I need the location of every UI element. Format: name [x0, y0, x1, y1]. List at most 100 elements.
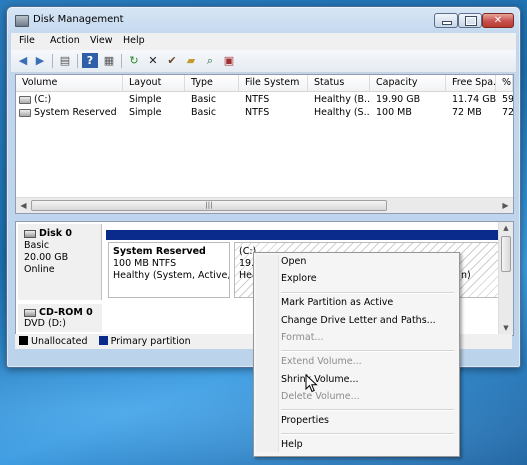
- open-folder-icon[interactable]: ▰: [183, 53, 199, 68]
- primary-partition-swatch: [98, 336, 108, 345]
- volume-list: Volume Layout Type File System Status Ca…: [15, 74, 514, 214]
- toolbar-separator: [52, 54, 53, 68]
- volume-layout: Simple: [129, 107, 162, 118]
- menu-separator: [281, 409, 454, 411]
- menu-item-change-drive-letter[interactable]: Change Drive Letter and Paths...: [281, 313, 436, 329]
- menu-separator: [281, 350, 454, 352]
- properties-icon[interactable]: ▦: [101, 53, 117, 68]
- menu-help[interactable]: Help: [123, 35, 145, 46]
- volume-free-space: 11.74 GB: [452, 94, 496, 105]
- drive-icon: [19, 95, 31, 104]
- toolbar-separator: [121, 54, 122, 68]
- disk-size: 20.00 GB: [24, 252, 69, 263]
- volume-list-header: Volume Layout Type File System Status Ca…: [16, 75, 513, 92]
- check-icon[interactable]: ✔: [164, 53, 180, 68]
- menu-item-format: Format...: [281, 332, 324, 343]
- partition-status: Healthy (System, Active, Pr: [113, 270, 230, 281]
- menu-item-mark-active[interactable]: Mark Partition as Active: [281, 295, 393, 311]
- disk-properties-icon[interactable]: ▣: [221, 53, 237, 68]
- table-row[interactable]: (C:) Simple Basic NTFS Healthy (B... 19.…: [16, 93, 513, 106]
- maximize-button[interactable]: [458, 13, 482, 28]
- disk-management-app-icon: [15, 15, 29, 27]
- primary-partition-bar: [106, 230, 232, 240]
- disk-state: Online: [24, 264, 55, 275]
- scroll-thumb[interactable]: |||: [31, 200, 387, 211]
- menu-item-explore[interactable]: Explore: [281, 271, 317, 287]
- menu-item-shrink-volume[interactable]: Shrink Volume...: [281, 372, 359, 388]
- help-icon[interactable]: ?: [82, 53, 98, 68]
- volume-capacity: 19.90 GB: [376, 94, 421, 105]
- window-title: Disk Management: [33, 14, 124, 25]
- col-volume[interactable]: Volume: [16, 75, 123, 91]
- title-bar[interactable]: Disk Management ✕: [7, 7, 520, 33]
- volume-status: Healthy (B...: [314, 94, 370, 105]
- partition-size: 100 MB NTFS: [113, 258, 177, 269]
- menu-action[interactable]: Action: [50, 35, 80, 46]
- volume-file-system: NTFS: [245, 107, 270, 118]
- cdrom-type: DVD (D:): [24, 318, 66, 329]
- volume-name: System Reserved: [34, 107, 117, 118]
- vertical-scrollbar[interactable]: ▲ ▼: [498, 222, 513, 335]
- col-type[interactable]: Type: [185, 75, 239, 91]
- disk-0-label[interactable]: Disk 0 Basic 20.00 GB Online: [18, 224, 102, 300]
- context-menu: Open Explore Mark Partition as Active Ch…: [253, 252, 460, 457]
- cdrom-0-label[interactable]: CD-ROM 0 DVD (D:): [18, 304, 102, 332]
- volume-layout: Simple: [129, 94, 162, 105]
- menu-item-properties[interactable]: Properties: [281, 413, 329, 429]
- context-menu-icon-strip: [256, 255, 279, 452]
- search-icon[interactable]: ⌕: [202, 53, 218, 68]
- menu-item-extend-volume: Extend Volume...: [281, 356, 362, 367]
- col-layout[interactable]: Layout: [123, 75, 185, 91]
- primary-partition-bar: [232, 230, 502, 240]
- partition-status-tail: n): [461, 270, 471, 281]
- volume-name: (C:): [34, 94, 52, 105]
- toolbar-separator: [77, 54, 78, 68]
- scroll-up-icon[interactable]: ▲: [499, 222, 513, 234]
- col-file-system[interactable]: File System: [239, 75, 308, 91]
- menu-file[interactable]: File: [19, 35, 35, 46]
- menu-view[interactable]: View: [90, 35, 113, 46]
- refresh-icon[interactable]: ↻: [126, 53, 142, 68]
- forward-arrow-icon[interactable]: ▶: [32, 53, 48, 68]
- close-button[interactable]: ✕: [482, 13, 514, 28]
- disk-type: Basic: [24, 240, 50, 251]
- volume-percent-free: 72: [502, 107, 513, 118]
- volume-file-system: NTFS: [245, 94, 270, 105]
- col-capacity[interactable]: Capacity: [370, 75, 446, 91]
- disk-name: Disk 0: [39, 228, 73, 239]
- scroll-right-icon[interactable]: ▶: [498, 198, 513, 213]
- menu-item-open[interactable]: Open: [281, 254, 306, 270]
- col-percent-free[interactable]: % F: [496, 75, 513, 91]
- partition-system-reserved[interactable]: System Reserved 100 MB NTFS Healthy (Sys…: [106, 230, 232, 300]
- back-arrow-icon[interactable]: ◀: [15, 53, 31, 68]
- unallocated-swatch: [19, 336, 28, 345]
- menu-item-delete-volume: Delete Volume...: [281, 391, 360, 402]
- table-row[interactable]: System Reserved Simple Basic NTFS Health…: [16, 106, 513, 119]
- volume-type: Basic: [191, 107, 217, 118]
- menu-bar: File Action View Help: [11, 33, 516, 50]
- menu-separator: [281, 433, 454, 435]
- show-hide-tree-icon[interactable]: ▤: [57, 53, 73, 68]
- volume-status: Healthy (S...: [314, 107, 370, 118]
- col-status[interactable]: Status: [308, 75, 370, 91]
- minimize-button[interactable]: [434, 13, 458, 28]
- partition-name: System Reserved: [113, 246, 206, 257]
- cdrom-icon: [24, 308, 36, 317]
- scroll-down-icon[interactable]: ▼: [499, 322, 513, 334]
- scroll-left-icon[interactable]: ◀: [16, 198, 31, 213]
- mouse-cursor-icon: [305, 374, 318, 393]
- scroll-thumb[interactable]: [501, 236, 511, 272]
- hard-disk-icon: [24, 229, 36, 238]
- drive-icon: [19, 108, 31, 117]
- legend-unallocated: Unallocated: [31, 336, 88, 347]
- delete-icon[interactable]: ✕: [145, 53, 161, 68]
- col-free-space[interactable]: Free Spa...: [446, 75, 496, 91]
- close-icon: ✕: [493, 15, 503, 26]
- toolbar: ◀ ▶ ▤ ? ▦ ↻ ✕ ✔ ▰ ⌕ ▣: [11, 50, 516, 73]
- horizontal-scrollbar[interactable]: ◀ ||| ▶: [16, 197, 513, 213]
- volume-type: Basic: [191, 94, 217, 105]
- menu-item-help[interactable]: Help: [281, 437, 303, 453]
- legend-primary: Primary partition: [110, 336, 191, 347]
- volume-percent-free: 59: [502, 94, 513, 105]
- cdrom-name: CD-ROM 0: [39, 307, 93, 318]
